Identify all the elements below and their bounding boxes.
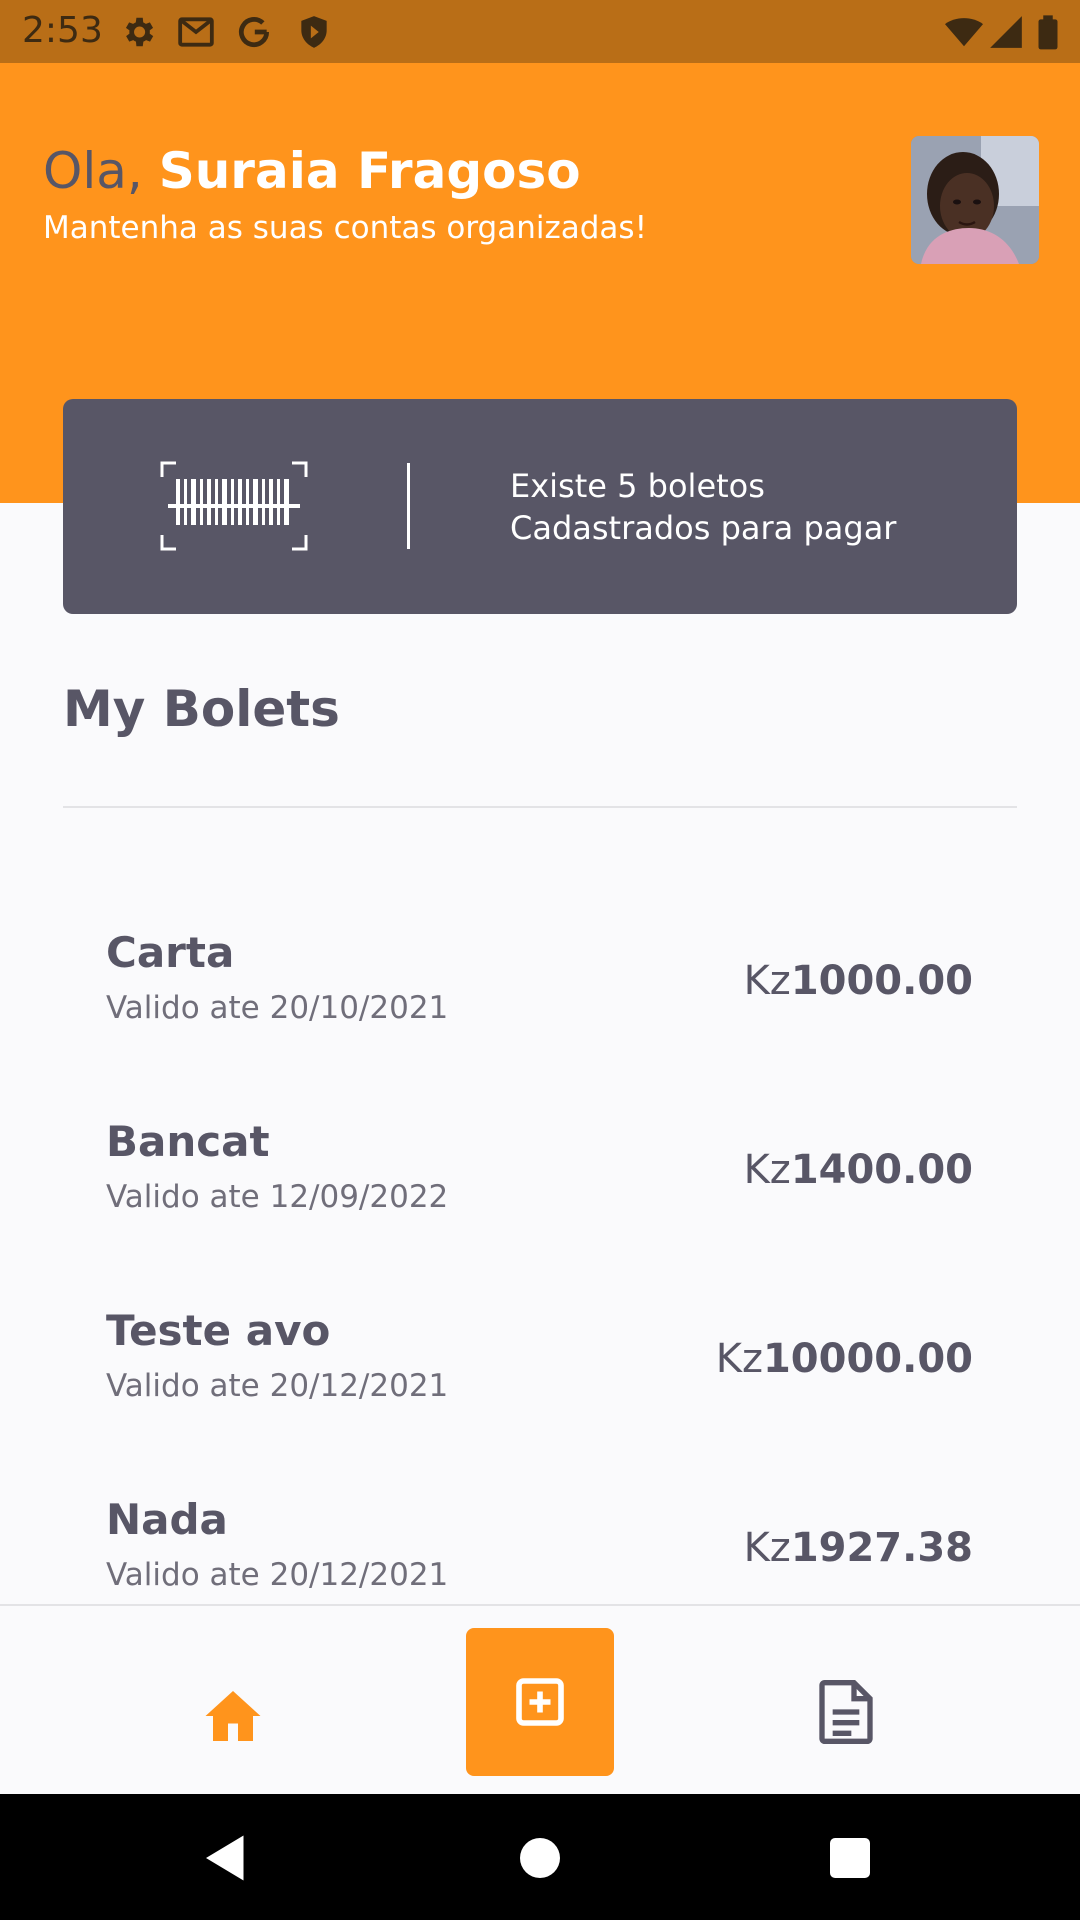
avatar[interactable] (911, 136, 1039, 264)
currency: Kz (743, 1147, 791, 1193)
bottom-nav (0, 1604, 1080, 1794)
google-icon (234, 12, 274, 52)
boleto-name: Carta (106, 928, 235, 977)
home-icon[interactable] (203, 1688, 263, 1744)
recents-icon[interactable] (820, 1828, 880, 1888)
settings-icon (118, 12, 158, 52)
boleto-due-date: Valido ate 20/12/2021 (106, 1368, 449, 1404)
amount-value: 1400.00 (790, 1147, 973, 1193)
section-divider (63, 806, 1017, 808)
signal-icon (986, 12, 1026, 52)
boleto-amount: Kz10000.00 (716, 1336, 973, 1382)
greeting-prefix: Ola, (43, 142, 159, 200)
boletos-list[interactable]: Carta Valido ate 20/10/2021 Kz1000.00 Ba… (0, 900, 1080, 1605)
status-time: 2:53 (22, 10, 103, 51)
document-icon[interactable] (818, 1680, 874, 1744)
back-icon[interactable] (196, 1828, 256, 1888)
add-boleto-button[interactable] (466, 1628, 614, 1776)
card-line-1: Existe 5 boletos (510, 467, 765, 505)
user-name: Suraia Fragoso (158, 142, 581, 200)
greeting: Ola, Suraia Fragoso (43, 142, 581, 200)
system-nav-bar (0, 1794, 1080, 1920)
boleto-due-date: Valido ate 20/12/2021 (106, 1557, 449, 1593)
card-line-2: Cadastrados para pagar (510, 509, 897, 547)
boleto-name: Bancat (106, 1117, 270, 1166)
home-button-icon[interactable] (510, 1828, 570, 1888)
boleto-due-date: Valido ate 12/09/2022 (106, 1179, 449, 1215)
boletos-summary-card[interactable]: Existe 5 boletos Cadastrados para pagar (63, 399, 1017, 614)
currency: Kz (743, 1525, 791, 1571)
wifi-icon (944, 12, 984, 52)
list-item[interactable]: Nada Valido ate 20/12/2021 Kz1927.38 (0, 1481, 1080, 1605)
user-avatar-icon (911, 136, 1039, 264)
section-title: My Bolets (63, 680, 340, 738)
amount-value: 1927.38 (790, 1525, 973, 1571)
boleto-amount: Kz1000.00 (744, 958, 973, 1004)
card-text: Existe 5 boletos Cadastrados para pagar (510, 465, 896, 549)
list-item[interactable]: Carta Valido ate 20/10/2021 Kz1000.00 (0, 914, 1080, 1074)
barcode-scan-icon (160, 461, 308, 551)
boleto-name: Nada (106, 1495, 228, 1544)
currency: Kz (715, 1336, 763, 1382)
boleto-amount: Kz1400.00 (744, 1147, 973, 1193)
list-item[interactable]: Teste avo Valido ate 20/12/2021 Kz10000.… (0, 1292, 1080, 1452)
amount-value: 1000.00 (790, 958, 973, 1004)
add-boleto-icon (516, 1678, 564, 1726)
gmail-icon (176, 12, 216, 52)
amount-value: 10000.00 (762, 1336, 973, 1382)
shield-icon (294, 12, 334, 52)
boleto-name: Teste avo (106, 1306, 331, 1355)
status-bar: 2:53 (0, 0, 1080, 63)
boleto-amount: Kz1927.38 (744, 1525, 973, 1571)
boleto-due-date: Valido ate 20/10/2021 (106, 990, 449, 1026)
list-item[interactable]: Bancat Valido ate 12/09/2022 Kz1400.00 (0, 1103, 1080, 1263)
currency: Kz (743, 958, 791, 1004)
card-divider (407, 463, 410, 549)
battery-icon (1028, 12, 1068, 52)
header-subtitle: Mantenha as suas contas organizadas! (43, 210, 648, 246)
